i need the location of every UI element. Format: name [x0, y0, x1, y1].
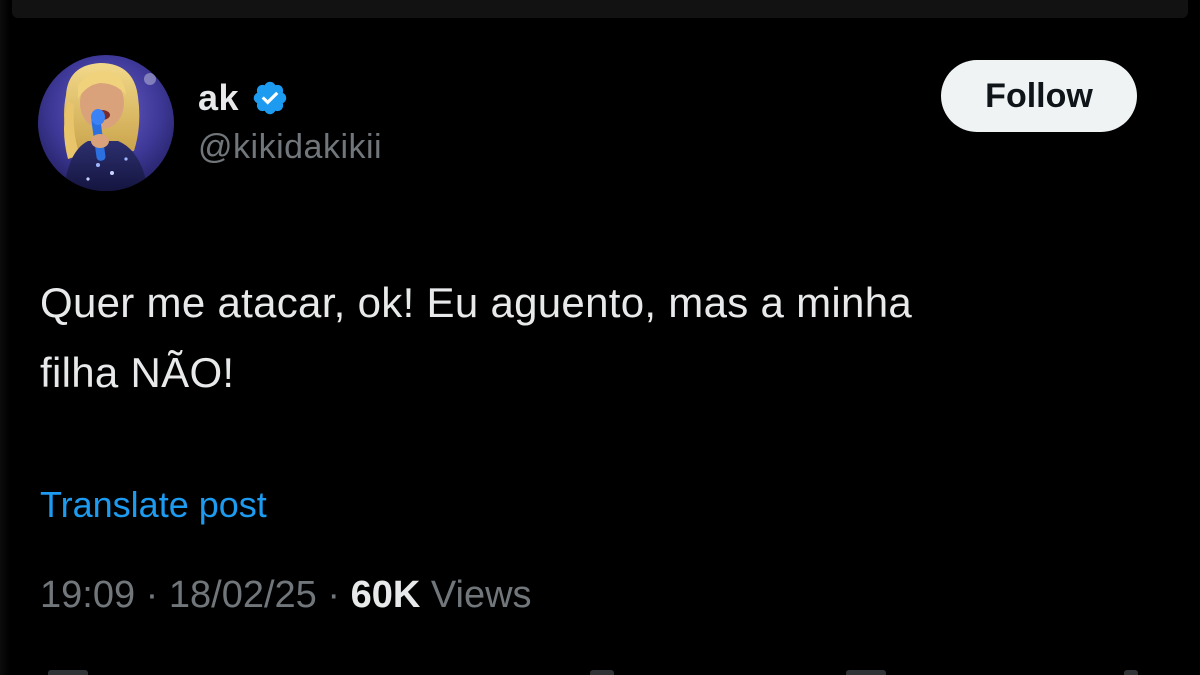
tweet-text-line-2: filha NÃO!	[40, 349, 235, 396]
share-icon[interactable]	[1124, 670, 1138, 675]
avatar-photo	[38, 55, 174, 191]
bookmark-icon[interactable]	[846, 670, 886, 675]
avatar[interactable]	[38, 55, 174, 191]
reply-icon[interactable]	[48, 670, 88, 675]
tweet-screen: ak @kikidakikii Follow Quer me atacar, o…	[0, 0, 1200, 675]
tweet-text-line-1: Quer me atacar, ok! Eu aguento, mas a mi…	[40, 279, 913, 326]
display-name-row: ak	[198, 72, 289, 124]
top-bar	[12, 0, 1188, 18]
action-bar	[0, 664, 1200, 675]
meta-separator-2: ·	[316, 574, 351, 616]
tweet-meta: 19:09 · 18/02/25 · 60K Views	[40, 574, 532, 617]
like-icon[interactable]	[590, 670, 614, 675]
verified-badge-icon[interactable]	[251, 79, 289, 117]
follow-button[interactable]: Follow	[941, 60, 1137, 132]
display-name[interactable]: ak	[198, 77, 239, 119]
views-spacer	[420, 574, 431, 617]
views-label: Views	[430, 574, 532, 616]
left-edge-shadow	[0, 0, 10, 675]
views-count: 60K	[350, 574, 421, 616]
tweet-text: Quer me atacar, ok! Eu aguento, mas a mi…	[40, 268, 1140, 408]
translate-post-link[interactable]: Translate post	[40, 484, 267, 526]
tweet-date[interactable]: 18/02/25	[169, 574, 317, 617]
meta-separator-1: ·	[135, 574, 169, 616]
tweet-time[interactable]: 19:09	[40, 574, 135, 617]
user-handle[interactable]: @kikidakikii	[198, 128, 382, 167]
